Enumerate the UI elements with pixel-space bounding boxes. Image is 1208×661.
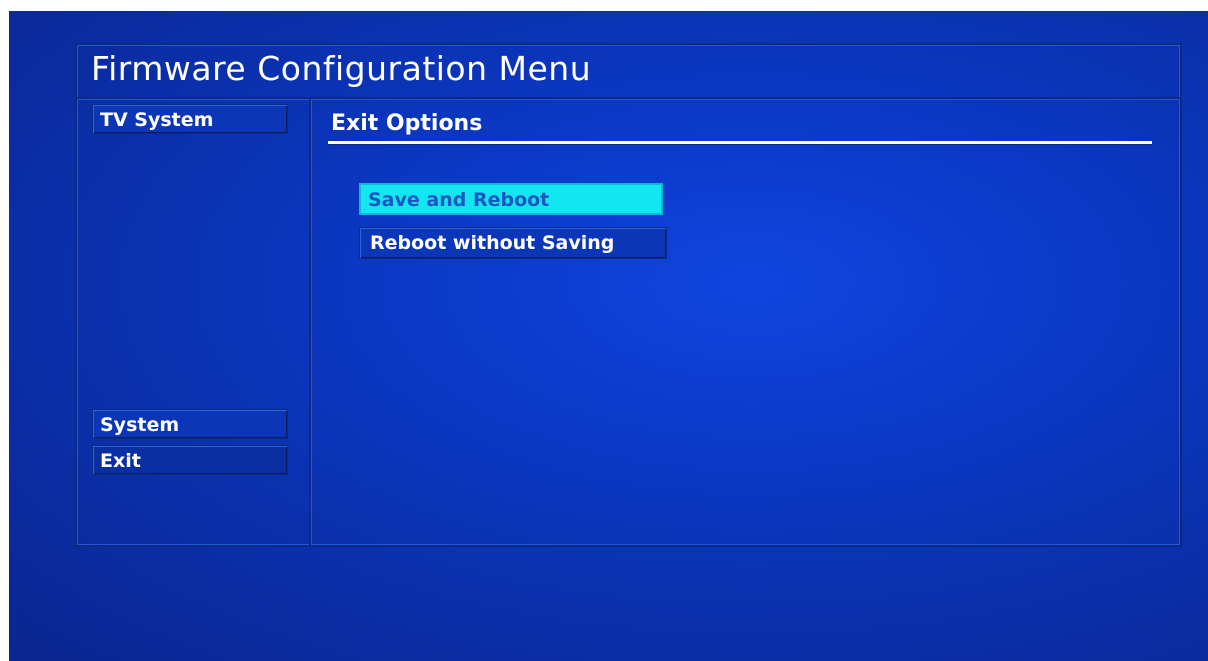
title-bar: Firmware Configuration Menu	[77, 45, 1180, 99]
sidebar: TV System System Exit	[77, 99, 311, 545]
save-and-reboot-button[interactable]: Save and Reboot	[359, 183, 663, 215]
section-divider	[328, 141, 1152, 144]
menu-frame: Firmware Configuration Menu TV System Sy…	[75, 43, 1182, 547]
firmware-screen: Firmware Configuration Menu TV System Sy…	[9, 11, 1208, 661]
main-panel: Exit Options Save and Reboot Reboot with…	[312, 99, 1180, 545]
sidebar-item-system[interactable]: System	[92, 409, 288, 439]
page-title: Firmware Configuration Menu	[91, 49, 592, 88]
sidebar-item-exit[interactable]: Exit	[92, 445, 288, 475]
reboot-without-saving-button[interactable]: Reboot without Saving	[359, 227, 667, 259]
section-title: Exit Options	[331, 111, 483, 136]
sidebar-item-tv-system[interactable]: TV System	[92, 104, 288, 134]
